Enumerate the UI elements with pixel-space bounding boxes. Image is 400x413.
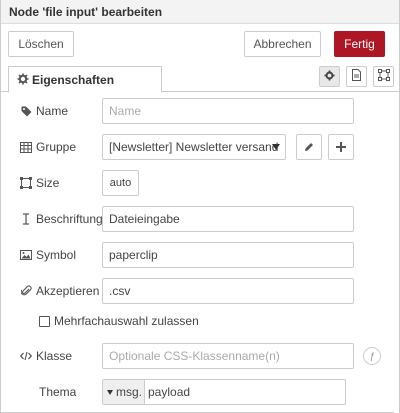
topic-label: Thema: [39, 385, 77, 399]
image-icon: [20, 249, 32, 261]
table-icon: [20, 141, 32, 153]
group-select[interactable]: [Newsletter] Newsletter versand: [102, 134, 286, 160]
accept-input[interactable]: .csv: [102, 278, 354, 304]
topic-typed-input[interactable]: msg. payload: [102, 379, 346, 405]
scrollbar[interactable]: [394, 93, 399, 413]
expression-button[interactable]: ƒ: [363, 347, 381, 365]
paperclip-icon: [20, 285, 32, 297]
class-label: Klasse: [20, 349, 72, 363]
group-row: Gruppe [Newsletter] Newsletter versand: [1, 134, 399, 160]
edit-group-button[interactable]: [296, 134, 322, 160]
icon-input[interactable]: paperclip: [102, 242, 354, 268]
size-label: Size: [20, 176, 59, 190]
class-input[interactable]: Optionale CSS-Klassenname(n): [102, 343, 354, 369]
label-label: Beschriftung: [20, 212, 103, 226]
function-icon: ƒ: [369, 351, 375, 361]
pencil-icon: [304, 140, 314, 155]
tab-description-button[interactable]: [346, 66, 367, 87]
tab-properties[interactable]: Eigenschaften: [8, 66, 162, 93]
class-row: Klasse Optionale CSS-Klassenname(n) ƒ: [1, 343, 399, 369]
name-label: Name: [20, 104, 68, 118]
group-label: Gruppe: [20, 140, 76, 154]
delete-button[interactable]: Löschen: [8, 31, 74, 57]
name-row: Name Name: [1, 98, 399, 124]
tab-appearance-button[interactable]: [373, 66, 394, 87]
plus-icon: [336, 140, 346, 155]
tab-properties-label: Eigenschaften: [32, 73, 115, 87]
topic-value[interactable]: payload: [148, 380, 190, 404]
chevron-down-icon: [272, 144, 280, 150]
topic-type-select[interactable]: msg.: [103, 380, 145, 404]
cancel-button[interactable]: Abbrechen: [244, 31, 321, 57]
gear-icon: [324, 69, 335, 84]
done-button[interactable]: Fertig: [334, 31, 385, 57]
accept-row: Akzeptieren .csv: [1, 278, 399, 304]
text-cursor-icon: [20, 213, 32, 225]
name-input[interactable]: Name: [102, 98, 354, 124]
icon-label: Symbol: [20, 248, 76, 262]
label-input[interactable]: Dateieingabe: [102, 206, 354, 232]
gear-icon: [17, 73, 29, 85]
size-row: Size auto: [1, 170, 399, 196]
multiple-row: Mehrfachauswahl zulassen: [39, 314, 199, 328]
chevron-down-icon: [107, 389, 113, 395]
code-icon: [20, 350, 32, 362]
tab-settings-button[interactable]: [319, 66, 340, 87]
multiple-label: Mehrfachauswahl zulassen: [54, 314, 199, 328]
tab-strip: Eigenschaften: [1, 64, 399, 93]
dialog-title: Node 'file input' bearbeiten: [9, 5, 163, 19]
icon-row: Symbol paperclip: [1, 242, 399, 268]
add-group-button[interactable]: [328, 134, 354, 160]
topic-row: Thema msg. payload: [1, 379, 399, 405]
appearance-icon: [377, 69, 390, 84]
tag-icon: [20, 105, 32, 117]
multiple-checkbox[interactable]: [39, 315, 50, 327]
accept-label: Akzeptieren: [20, 284, 99, 298]
dialog-title-bar: Node 'file input' bearbeiten: [1, 0, 399, 24]
label-row: Beschriftung Dateieingabe: [1, 206, 399, 232]
edit-node-dialog: Node 'file input' bearbeiten Löschen Abb…: [0, 0, 400, 413]
size-button[interactable]: auto: [102, 170, 139, 196]
description-icon: [351, 69, 362, 84]
resize-icon: [20, 177, 32, 189]
